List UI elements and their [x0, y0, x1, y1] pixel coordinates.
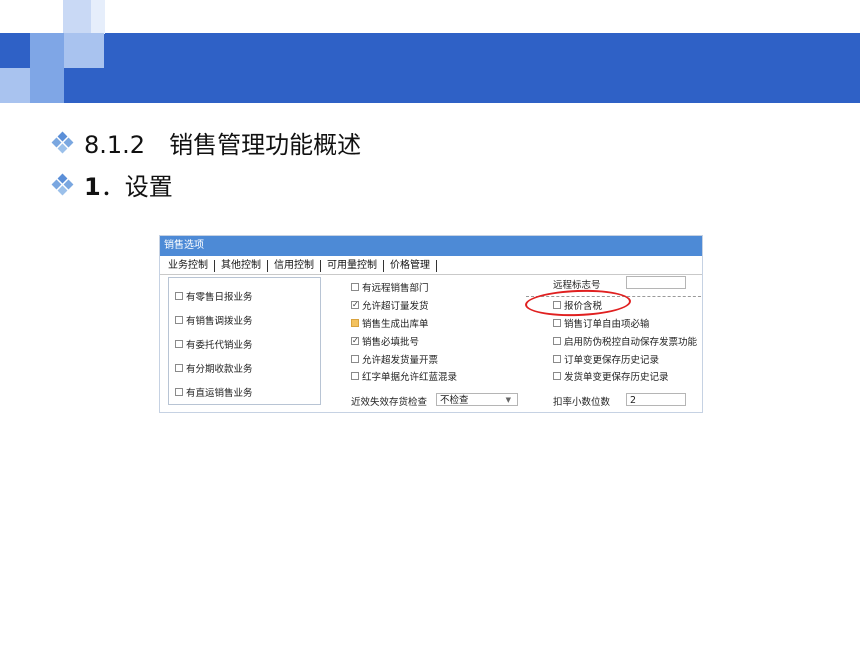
decor-square [63, 0, 91, 34]
business-type-group: 有零售日报业务 有销售调拨业务 有委托代销业务 有分期收款业务 有直运销售业务 [168, 277, 321, 405]
bullet-heading-2: 1．设置 [51, 167, 173, 202]
checkbox[interactable] [175, 316, 183, 324]
diamond-bullet-icon [51, 173, 74, 196]
discount-decimals-label: 扣率小数位数 [553, 397, 611, 408]
discount-decimals-input[interactable]: 2 [626, 393, 686, 406]
option-remote-dept[interactable]: 有远程销售部门 [351, 280, 429, 294]
bullet-heading-1: 8.1.2 销售管理功能概述 [51, 125, 362, 160]
decor-square [30, 33, 64, 68]
tab-bar: 业务控制 其他控制 信用控制 可用量控制 价格管理 [166, 260, 437, 272]
option-generate-outbound[interactable]: 销售生成出库单 [351, 316, 429, 330]
sales-options-dialog: 销售选项 业务控制 其他控制 信用控制 可用量控制 价格管理 有零售日报业务 有… [159, 235, 703, 413]
dialog-title: 销售选项 [160, 236, 702, 256]
heading-setup: ．设置 [100, 173, 173, 201]
checkbox-checked[interactable] [351, 301, 359, 309]
checkbox[interactable] [351, 283, 359, 291]
remote-id-label: 远程标志号 [553, 280, 601, 291]
tab-divider [160, 274, 702, 275]
tab-availability-control[interactable]: 可用量控制 [321, 260, 384, 272]
checkbox[interactable] [553, 355, 561, 363]
option-sales-transfer[interactable]: 有销售调拨业务 [175, 313, 253, 327]
tab-credit-control[interactable]: 信用控制 [268, 260, 321, 272]
option-direct-sales[interactable]: 有直运销售业务 [175, 385, 253, 399]
checkbox-checked[interactable] [351, 337, 359, 345]
option-consignment[interactable]: 有委托代销业务 [175, 337, 253, 351]
tab-other-control[interactable]: 其他控制 [215, 260, 268, 272]
decor-square [30, 68, 64, 103]
option-require-batch[interactable]: 销售必填批号 [351, 334, 419, 348]
decor-square [91, 0, 105, 34]
tab-business-control[interactable]: 业务控制 [166, 260, 215, 272]
checkbox[interactable] [175, 292, 183, 300]
checkbox-locked [351, 319, 359, 327]
decor-square [0, 68, 30, 103]
expiry-check-select[interactable]: 不检查 ▼ [436, 393, 518, 406]
option-order-change-history[interactable]: 订单变更保存历史记录 [553, 352, 659, 366]
option-delivery-change-history[interactable]: 发货单变更保存历史记录 [553, 369, 669, 383]
expiry-check-label: 近效失效存货检查 [351, 397, 428, 408]
remote-id-input[interactable] [626, 276, 686, 289]
tab-price-management[interactable]: 价格管理 [384, 260, 437, 272]
checkbox[interactable] [175, 388, 183, 396]
checkbox[interactable] [175, 340, 183, 348]
checkbox[interactable] [553, 319, 561, 327]
checkbox[interactable] [351, 355, 359, 363]
option-installment[interactable]: 有分期收款业务 [175, 361, 253, 375]
option-retail-daily[interactable]: 有零售日报业务 [175, 289, 253, 303]
option-red-blue-mixed[interactable]: 红字单据允许红蓝混录 [351, 369, 457, 383]
checkbox[interactable] [553, 372, 561, 380]
diamond-bullet-icon [51, 131, 74, 154]
highlight-circle [524, 288, 632, 318]
header-band [0, 33, 860, 103]
checkbox[interactable] [351, 372, 359, 380]
option-over-ship-invoice[interactable]: 允许超发货量开票 [351, 352, 438, 366]
heading-section: 8.1.2 销售管理功能概述 [84, 131, 362, 159]
decor-square [64, 33, 104, 68]
checkbox[interactable] [553, 337, 561, 345]
option-over-order-ship[interactable]: 允许超订量发货 [351, 298, 429, 312]
option-order-free-item[interactable]: 销售订单自由项必输 [553, 316, 650, 330]
option-anti-fraud-invoice[interactable]: 启用防伪税控自动保存发票功能 [553, 334, 697, 348]
checkbox[interactable] [175, 364, 183, 372]
heading-number: 1 [84, 173, 101, 201]
dropdown-arrow-icon[interactable]: ▼ [506, 394, 511, 407]
